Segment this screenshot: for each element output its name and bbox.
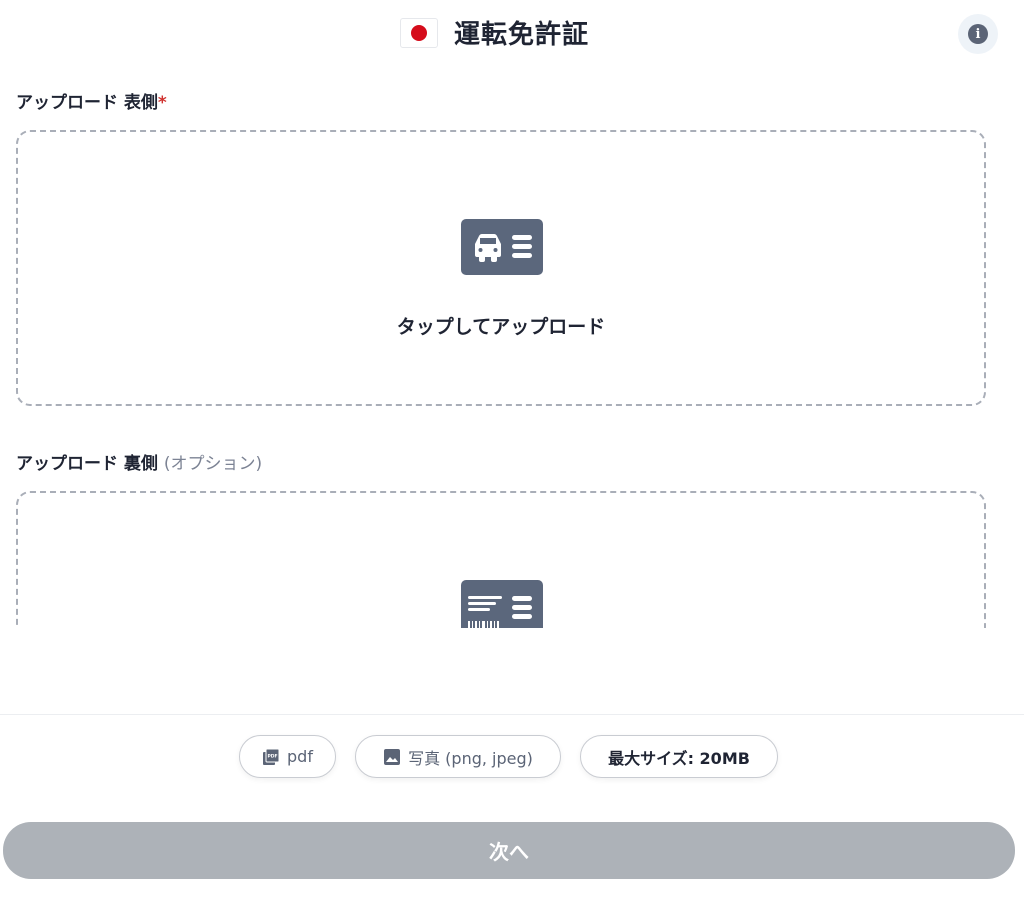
- pdf-file-icon: PDF: [263, 748, 280, 765]
- next-button[interactable]: 次へ: [3, 822, 1015, 879]
- info-icon: i: [968, 24, 988, 44]
- required-mark: *: [157, 93, 167, 113]
- optional-text: (オプション): [163, 454, 263, 474]
- svg-text:PDF: PDF: [267, 753, 277, 759]
- max-size-chip: 最大サイズ: 20MB: [580, 735, 778, 778]
- photo-label: 写真 (png, jpeg): [408, 748, 533, 768]
- front-label-text: アップロード 表側: [16, 93, 158, 113]
- image-icon: [384, 748, 401, 765]
- photo-format-chip: 写真 (png, jpeg): [355, 735, 561, 778]
- upload-page: 運転免許証 i アップロード 表側* タップしてアップロード アップロード 裏側…: [0, 0, 1024, 898]
- header: 運転免許証 i: [0, 0, 1024, 66]
- pdf-format-chip: PDF pdf: [239, 735, 336, 778]
- driver-license-front-icon: [461, 219, 543, 275]
- back-upload-label: アップロード 裏側 (オプション): [16, 449, 262, 474]
- title-group: 運転免許証: [400, 14, 589, 51]
- page-title: 運転免許証: [454, 20, 590, 50]
- front-upload-label: アップロード 表側*: [16, 88, 167, 113]
- back-label-text: アップロード 裏側: [16, 454, 158, 474]
- upload-scroll-area[interactable]: アップロード 表側* タップしてアップロード アップロード 裏側 (オプション): [0, 66, 1024, 628]
- info-button[interactable]: i: [958, 14, 998, 54]
- japan-flag-icon: [400, 17, 438, 48]
- pdf-label: pdf: [287, 747, 313, 766]
- footer-divider: [0, 714, 1024, 715]
- front-dropzone[interactable]: タップしてアップロード: [16, 130, 986, 406]
- max-size-label: 最大サイズ: 20MB: [608, 748, 750, 768]
- driver-license-back-icon: [461, 580, 543, 628]
- back-dropzone[interactable]: [16, 491, 986, 628]
- front-upload-text: タップしてアップロード: [396, 316, 606, 338]
